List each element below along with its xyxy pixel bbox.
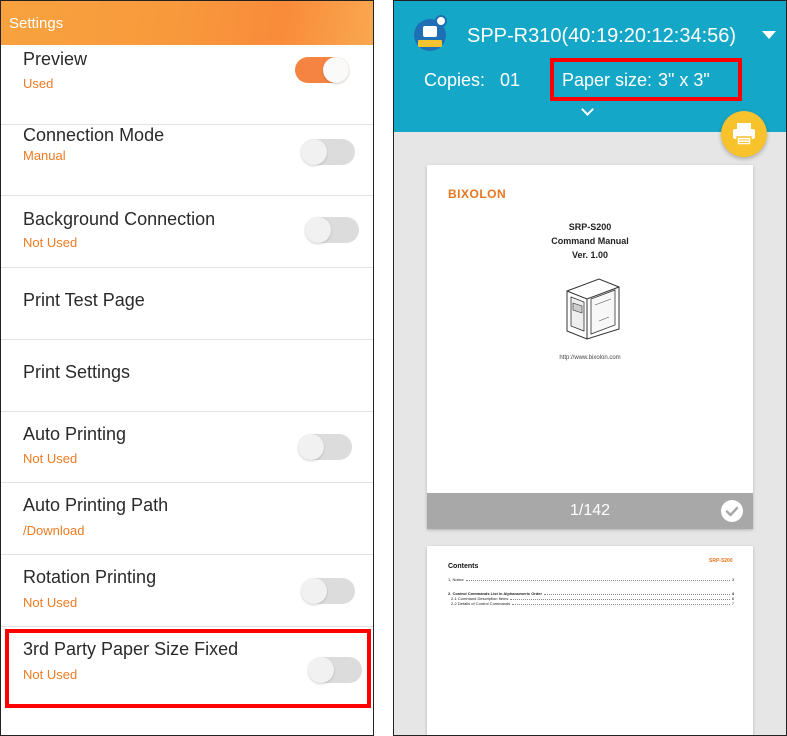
- setting-value: /Download: [23, 523, 85, 538]
- brand-logo: BIXOLON: [448, 187, 507, 201]
- setting-row-background-connection[interactable]: Background Connection Not Used: [1, 196, 373, 268]
- toggle-knob: [298, 434, 324, 460]
- setting-value: Not Used: [23, 667, 78, 682]
- setting-row-3rd-party-paper-size-fixed[interactable]: 3rd Party Paper Size Fixed Not Used: [1, 627, 373, 711]
- setting-row-rotation-printing[interactable]: Rotation Printing Not Used: [1, 555, 373, 627]
- dropdown-caret-icon[interactable]: [762, 31, 776, 39]
- setting-title: Auto Printing Path: [23, 495, 169, 515]
- setting-value: Not Used: [23, 451, 78, 466]
- setting-title: Connection Mode: [23, 125, 165, 145]
- setting-title: Preview: [23, 49, 88, 69]
- setting-title: Print Test Page: [23, 290, 145, 310]
- chevron-down-icon[interactable]: [581, 103, 594, 116]
- toc-entry: 1. Notice 3: [448, 577, 734, 582]
- print-fab-button[interactable]: [721, 111, 767, 157]
- setting-title: Print Settings: [23, 362, 131, 382]
- toggle-knob: [308, 657, 334, 683]
- setting-value: Manual: [23, 148, 66, 163]
- doc-title-line: SRP-S200: [568, 222, 612, 232]
- toggle-knob: [305, 217, 331, 243]
- paper-size-value[interactable]: 3" x 3": [658, 70, 710, 91]
- setting-title: Auto Printing: [23, 424, 127, 444]
- settings-title: Settings: [9, 15, 64, 32]
- setting-title: Rotation Printing: [23, 567, 157, 587]
- auto-printing-toggle[interactable]: [298, 434, 352, 460]
- printer-illustration: [566, 278, 620, 340]
- setting-title: Background Connection: [23, 209, 216, 229]
- copies-value[interactable]: 01: [500, 70, 520, 91]
- setting-row-preview[interactable]: Preview Used: [1, 45, 373, 125]
- toc-entry: 2-2 Details of Control Commands 7: [451, 601, 734, 606]
- setting-row-auto-printing[interactable]: Auto Printing Not Used: [1, 412, 373, 483]
- device-name[interactable]: SPP-R310(40:19:20:12:34:56): [467, 25, 736, 48]
- print-preview-panel: SPP-R310(40:19:20:12:34:56) Copies: 01 P…: [393, 0, 787, 736]
- check-icon[interactable]: [721, 500, 743, 522]
- toggle-knob: [301, 139, 327, 165]
- setting-row-auto-printing-path[interactable]: Auto Printing Path /Download: [1, 483, 373, 555]
- app-printer-icon: [414, 15, 447, 51]
- setting-row-print-test-page[interactable]: Print Test Page: [1, 268, 373, 340]
- page-footer: 1/142: [427, 493, 753, 529]
- preview-toggle[interactable]: [295, 57, 349, 83]
- paper-size-fixed-toggle[interactable]: [308, 657, 362, 683]
- page-thumbnail-2[interactable]: SRP-S200 Contents 1. Notice 3 2. Control …: [427, 546, 753, 735]
- doc-title-line: Ver. 1.00: [571, 250, 609, 260]
- setting-value: Not Used: [23, 235, 78, 250]
- toggle-knob: [323, 57, 349, 83]
- setting-title: 3rd Party Paper Size Fixed: [23, 639, 239, 659]
- background-connection-toggle[interactable]: [305, 217, 359, 243]
- page-thumbnail-1[interactable]: BIXOLON SRP-S200 Command Manual Ver. 1.0…: [427, 165, 753, 529]
- setting-row-connection-mode[interactable]: Connection Mode Manual: [1, 125, 373, 196]
- setting-value: Used: [23, 76, 54, 91]
- copies-label: Copies:: [424, 70, 486, 90]
- page2-brand: SRP-S200: [709, 558, 733, 564]
- setting-value: Not Used: [23, 595, 78, 610]
- settings-panel: Settings Preview Used Connection Mode Ma…: [0, 0, 374, 736]
- page-indicator: 1/142: [569, 502, 611, 519]
- connection-mode-toggle[interactable]: [301, 139, 355, 165]
- print-fab-icon: [733, 123, 755, 146]
- doc-url: http://www.bixolon.com: [559, 355, 621, 361]
- setting-row-print-settings[interactable]: Print Settings: [1, 340, 373, 412]
- contents-heading: Contents: [448, 563, 479, 570]
- doc-title-line: Command Manual: [551, 236, 629, 246]
- toggle-knob: [301, 578, 327, 604]
- rotation-printing-toggle[interactable]: [301, 578, 355, 604]
- paper-size-label: Paper size:: [562, 70, 653, 90]
- settings-header: Settings: [1, 1, 373, 45]
